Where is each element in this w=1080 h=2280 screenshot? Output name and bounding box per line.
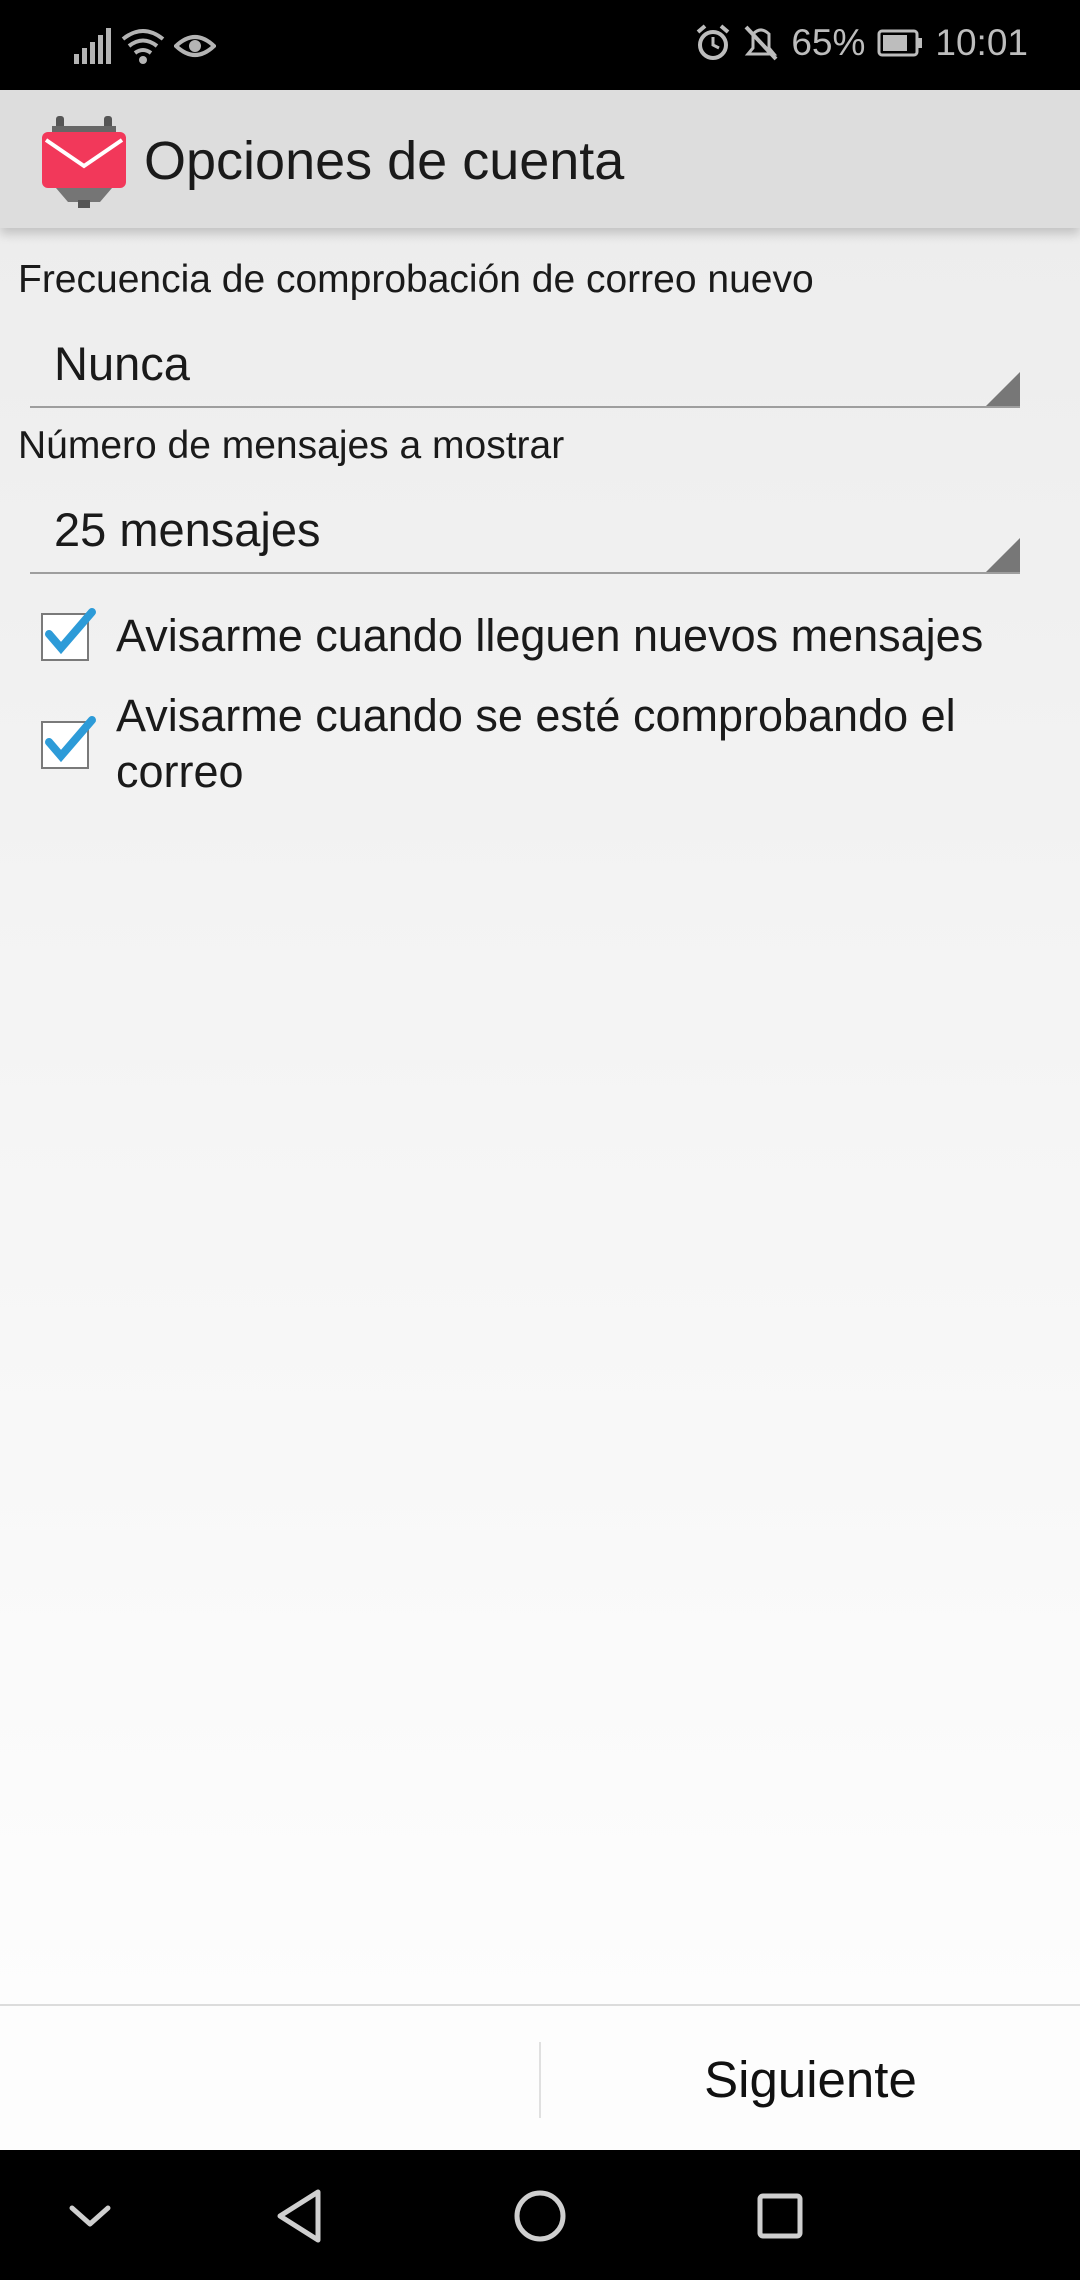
settings-content: Frecuencia de comprobación de correo nue…	[0, 228, 1080, 2004]
notify-checking-checkbox[interactable]	[40, 716, 96, 769]
notify-checking-row[interactable]: Avisarme cuando se esté comprobando el c…	[40, 688, 1050, 800]
button-bar: Siguiente	[0, 2004, 1080, 2152]
notify-new-mail-checkbox[interactable]	[40, 608, 96, 661]
notify-new-mail-label: Avisarme cuando lleguen nuevos mensajes	[116, 610, 984, 661]
alarm-icon	[695, 24, 731, 62]
display-count-label: Número de mensajes a mostrar	[18, 424, 565, 467]
display-count-value: 25 mensajes	[54, 503, 321, 556]
dropdown-arrow-icon	[986, 372, 1020, 406]
battery-icon	[877, 28, 923, 58]
eye-icon	[174, 26, 216, 66]
clock: 10:01	[935, 22, 1028, 63]
back-icon[interactable]	[264, 2180, 336, 2252]
next-button[interactable]: Siguiente	[541, 2006, 1080, 2152]
frequency-label: Frecuencia de comprobación de correo nue…	[18, 258, 814, 301]
battery-percent: 65%	[791, 22, 866, 63]
page-title: Opciones de cuenta	[144, 131, 625, 191]
status-bar: 65% 10:01	[0, 0, 1080, 90]
action-bar: Opciones de cuenta	[0, 90, 1080, 228]
chevron-down-icon[interactable]	[54, 2180, 126, 2252]
status-right: 65% 10:01	[695, 22, 1028, 64]
signal-icon	[72, 26, 112, 66]
navigation-bar	[0, 2150, 1080, 2280]
notify-new-mail-row[interactable]: Avisarme cuando lleguen nuevos mensajes	[40, 608, 1050, 664]
notify-checking-label: Avisarme cuando se esté comprobando el c…	[116, 690, 956, 797]
display-count-spinner[interactable]: 25 mensajes	[30, 492, 1020, 574]
recents-icon[interactable]	[744, 2180, 816, 2252]
wifi-icon	[120, 26, 166, 66]
k9-mail-app-icon	[42, 116, 126, 208]
frequency-spinner[interactable]: Nunca	[30, 326, 1020, 408]
home-icon[interactable]	[504, 2180, 576, 2252]
mute-icon	[743, 24, 779, 62]
dropdown-arrow-icon	[986, 538, 1020, 572]
status-left	[72, 26, 216, 66]
frequency-value: Nunca	[54, 337, 190, 390]
